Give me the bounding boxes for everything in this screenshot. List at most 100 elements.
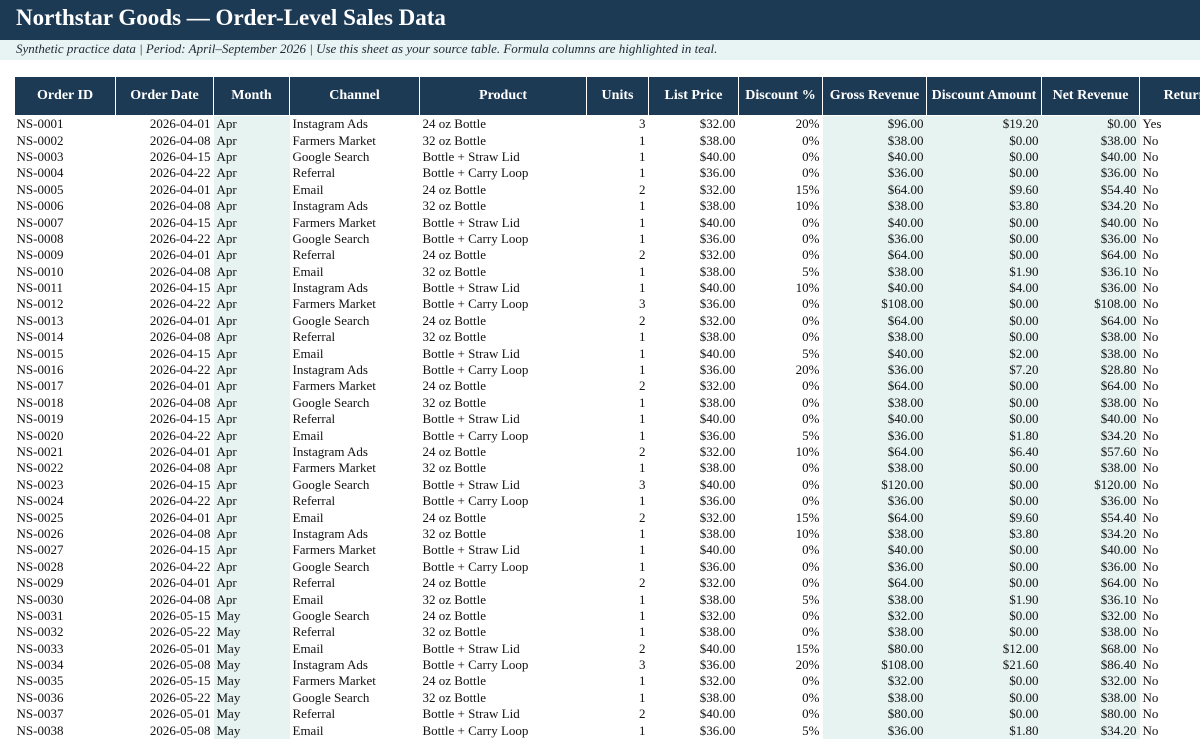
cell-id[interactable]: NS-0037 <box>15 706 116 722</box>
cell-product[interactable]: Bottle + Carry Loop <box>420 722 587 738</box>
cell-id[interactable]: NS-0006 <box>15 198 116 214</box>
cell-disc[interactable]: 0% <box>739 231 823 247</box>
cell-disc[interactable]: 0% <box>739 247 823 263</box>
cell-units[interactable]: 1 <box>587 722 649 738</box>
cell-id[interactable]: NS-0035 <box>15 673 116 689</box>
cell-discamt[interactable]: $0.00 <box>926 558 1042 575</box>
cell-net[interactable]: $86.40 <box>1041 656 1140 674</box>
cell-units[interactable]: 1 <box>587 362 649 378</box>
cell-price[interactable]: $38.00 <box>649 526 739 542</box>
cell-price[interactable]: $38.00 <box>649 132 739 148</box>
cell-ret[interactable]: No <box>1140 477 1200 493</box>
cell-gross[interactable]: $36.00 <box>822 165 927 182</box>
cell-ret[interactable]: No <box>1140 345 1200 361</box>
cell-units[interactable]: 2 <box>587 641 649 657</box>
cell-ret[interactable]: No <box>1140 444 1200 460</box>
cell-product[interactable]: 24 oz Bottle <box>420 378 587 394</box>
cell-disc[interactable]: 10% <box>739 198 823 214</box>
cell-price[interactable]: $32.00 <box>649 608 739 624</box>
cell-date[interactable]: 2026-04-01 <box>116 509 214 525</box>
cell-gross[interactable]: $40.00 <box>822 345 927 362</box>
cell-date[interactable]: 2026-04-01 <box>116 313 214 329</box>
cell-date[interactable]: 2026-04-22 <box>116 559 214 575</box>
cell-month[interactable]: Apr <box>213 345 290 362</box>
cell-disc[interactable]: 0% <box>739 165 823 181</box>
cell-units[interactable]: 1 <box>587 198 649 214</box>
cell-ret[interactable]: No <box>1140 460 1200 476</box>
cell-date[interactable]: 2026-04-22 <box>116 362 214 378</box>
cell-net[interactable]: $38.00 <box>1041 345 1140 362</box>
cell-channel[interactable]: Referral <box>290 411 420 427</box>
cell-net[interactable]: $40.00 <box>1041 148 1140 166</box>
cell-ret[interactable]: No <box>1140 182 1200 198</box>
cell-id[interactable]: NS-0034 <box>15 657 116 673</box>
cell-month[interactable]: Apr <box>213 443 290 461</box>
cell-date[interactable]: 2026-05-01 <box>116 706 214 722</box>
cell-product[interactable]: Bottle + Carry Loop <box>420 493 587 509</box>
cell-date[interactable]: 2026-05-08 <box>116 722 214 738</box>
cell-date[interactable]: 2026-04-01 <box>116 575 214 591</box>
cell-month[interactable]: Apr <box>213 509 290 526</box>
cell-product[interactable]: 32 oz Bottle <box>420 132 587 148</box>
cell-channel[interactable]: Google Search <box>290 313 420 329</box>
cell-price[interactable]: $32.00 <box>649 509 739 525</box>
cell-price[interactable]: $40.00 <box>649 411 739 427</box>
cell-net[interactable]: $36.00 <box>1041 558 1140 575</box>
cell-net[interactable]: $32.00 <box>1041 607 1140 625</box>
cell-gross[interactable]: $36.00 <box>822 361 927 379</box>
cell-month[interactable]: Apr <box>213 492 290 510</box>
cell-disc[interactable]: 5% <box>739 345 823 361</box>
cell-discamt[interactable]: $0.00 <box>926 460 1042 477</box>
cell-id[interactable]: NS-0021 <box>15 444 116 460</box>
cell-date[interactable]: 2026-04-08 <box>116 395 214 411</box>
cell-month[interactable]: Apr <box>213 394 290 412</box>
cell-disc[interactable]: 0% <box>739 395 823 411</box>
cell-price[interactable]: $40.00 <box>649 542 739 558</box>
cell-month[interactable]: May <box>213 624 290 641</box>
cell-net[interactable]: $57.60 <box>1041 443 1140 461</box>
cell-units[interactable]: 1 <box>587 493 649 509</box>
cell-month[interactable]: May <box>213 656 290 674</box>
cell-ret[interactable]: No <box>1140 542 1200 558</box>
cell-net[interactable]: $80.00 <box>1041 706 1140 723</box>
cell-channel[interactable]: Instagram Ads <box>290 657 420 673</box>
cell-gross[interactable]: $32.00 <box>822 607 927 625</box>
cell-channel[interactable]: Referral <box>290 329 420 345</box>
cell-discamt[interactable]: $0.00 <box>926 476 1042 493</box>
cell-discamt[interactable]: $0.00 <box>926 689 1042 707</box>
cell-disc[interactable]: 0% <box>739 313 823 329</box>
cell-discamt[interactable]: $0.00 <box>926 706 1042 723</box>
cell-disc[interactable]: 0% <box>739 378 823 394</box>
cell-channel[interactable]: Google Search <box>290 231 420 247</box>
cell-disc[interactable]: 0% <box>739 477 823 493</box>
cell-discamt[interactable]: $0.00 <box>926 230 1042 248</box>
cell-gross[interactable]: $38.00 <box>822 394 927 412</box>
cell-disc[interactable]: 0% <box>739 149 823 165</box>
cell-month[interactable]: Apr <box>213 132 290 149</box>
cell-net[interactable]: $0.00 <box>1041 115 1140 133</box>
cell-id[interactable]: NS-0032 <box>15 624 116 640</box>
cell-ret[interactable]: No <box>1140 132 1200 148</box>
cell-channel[interactable]: Referral <box>290 706 420 722</box>
cell-net[interactable]: $40.00 <box>1041 542 1140 559</box>
cell-disc[interactable]: 10% <box>739 444 823 460</box>
cell-month[interactable]: Apr <box>213 165 290 182</box>
cell-id[interactable]: NS-0017 <box>15 378 116 394</box>
cell-channel[interactable]: Referral <box>290 493 420 509</box>
cell-product[interactable]: Bottle + Carry Loop <box>420 427 587 443</box>
cell-disc[interactable]: 15% <box>739 182 823 198</box>
cell-channel[interactable]: Farmers Market <box>290 542 420 558</box>
cell-price[interactable]: $40.00 <box>649 214 739 230</box>
cell-net[interactable]: $38.00 <box>1041 460 1140 477</box>
cell-net[interactable]: $108.00 <box>1041 296 1140 313</box>
cell-date[interactable]: 2026-04-08 <box>116 591 214 607</box>
cell-price[interactable]: $38.00 <box>649 591 739 607</box>
cell-month[interactable]: Apr <box>213 525 290 543</box>
cell-ret[interactable]: No <box>1140 641 1200 657</box>
cell-net[interactable]: $34.20 <box>1041 427 1140 444</box>
cell-units[interactable]: 1 <box>587 214 649 230</box>
cell-discamt[interactable]: $3.80 <box>926 197 1042 215</box>
cell-units[interactable]: 1 <box>587 264 649 280</box>
cell-date[interactable]: 2026-04-22 <box>116 427 214 443</box>
cell-ret[interactable]: No <box>1140 690 1200 706</box>
